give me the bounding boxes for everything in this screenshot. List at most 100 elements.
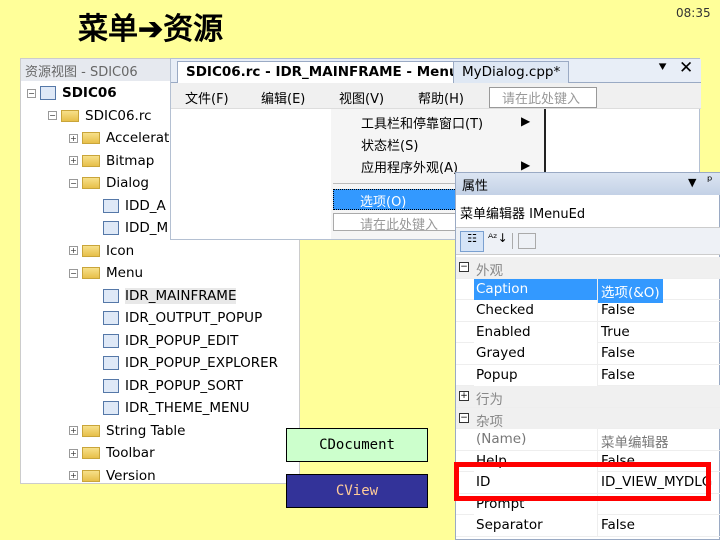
title-part: 菜单 [78,12,138,47]
expand-icon[interactable]: + [69,426,78,435]
tree-item-label: IDD_M [125,220,169,236]
tree-item[interactable]: IDR_OUTPUT_POPUP [90,308,262,328]
property-value[interactable]: 选项(&O) [598,278,663,303]
tab-mydialog-cpp[interactable]: MyDialog.cpp* [453,61,570,83]
dropdown-icon[interactable]: ⯆ [657,60,668,76]
tree-item[interactable]: − SDIC06 [27,83,117,103]
property-pages-icon[interactable] [518,233,536,249]
submenu-arrow-icon: ▶ [521,114,531,128]
property-row[interactable]: (Name) 菜单编辑器 [456,429,720,451]
collapse-icon[interactable]: − [459,262,469,272]
pin-icon[interactable]: ᵖ [707,174,713,189]
tree-item[interactable]: − Dialog [69,173,149,193]
clock: 08:35 [676,6,711,20]
tab-menu-editor[interactable]: SDIC06.rc - IDR_MAINFRAME - Menu* [177,61,475,83]
property-name: Enabled [474,321,598,343]
tree-item[interactable]: IDD_A [90,196,166,216]
property-row[interactable]: Enabled True [456,321,720,343]
tree-item-label: Menu [106,265,144,281]
property-category[interactable]: + 行为 [456,386,720,408]
tree-item-label: IDR_THEME_MENU [125,400,250,416]
folder-icon [82,424,100,437]
tree-item[interactable]: IDR_POPUP_EDIT [90,331,238,351]
tree-item[interactable]: + Icon [69,241,134,261]
property-name: Popup [474,364,598,386]
tree-item-label: IDR_POPUP_SORT [125,377,244,394]
collapse-icon[interactable]: − [48,111,57,120]
tree-item[interactable]: IDD_M [90,218,168,238]
property-name: Caption [474,278,598,300]
property-row[interactable]: Checked False [456,300,720,322]
expand-icon[interactable]: + [69,246,78,255]
tree-item-label: SDIC06.rc [85,107,152,124]
property-value[interactable]: False [598,343,638,363]
menu-icon [103,288,119,303]
dropdown-icon[interactable]: ▼ [688,176,696,189]
menu-icon [103,333,119,348]
collapse-icon[interactable]: − [459,412,469,423]
property-value[interactable]: True [598,322,633,342]
expand-icon[interactable]: + [69,133,78,143]
highlight-box [454,462,711,501]
property-row[interactable]: Popup False [456,364,720,386]
collapse-icon[interactable]: − [69,268,78,278]
tree-item-label: Icon [106,242,135,259]
property-name: Checked [474,300,598,321]
menu-item-toolbars[interactable]: 工具栏和停靠窗口(T) [361,113,483,132]
menu-edit[interactable]: 编辑(E) [261,88,305,107]
tree-item[interactable]: + Toolbar [69,443,155,463]
tree-item[interactable]: IDR_MAINFRAME [90,286,237,306]
properties-panel: 属性 ▼ ᵖ 菜单编辑器 IMenuEd ☷ ᴬᶻ↓ − 外观 Caption 选项(&O… [454,172,720,540]
expand-icon[interactable]: + [69,471,78,480]
property-value[interactable]: False [598,365,638,385]
properties-header: 属性 ▼ ᵖ [456,173,720,195]
property-value[interactable]: False [598,300,638,320]
folder-icon [82,469,100,482]
tree-item[interactable]: − SDIC06.rc [48,106,152,126]
menu-file[interactable]: 文件(F) [185,88,229,107]
dialog-icon [103,198,119,213]
collapse-icon[interactable]: − [69,178,78,188]
categorized-icon[interactable]: ☷ [460,231,484,252]
tree-item[interactable]: IDR_THEME_MENU [90,398,250,418]
project-icon [40,86,56,100]
cdocument-box: CDocument [286,428,428,462]
menu-help[interactable]: 帮助(H) [418,88,464,107]
tree-item[interactable]: + Bitmap [69,151,154,171]
folder-icon [82,177,100,189]
tree-item[interactable]: IDR_POPUP_SORT [90,376,243,396]
tree-item[interactable]: + Accelerat [69,128,169,148]
menu-item-appearance[interactable]: 应用程序外观(A) [361,157,458,176]
tree-item[interactable]: + String Table [69,421,186,441]
tree-item-label: Accelerat [106,130,170,146]
tree-item-label: IDR_POPUP_EDIT [125,332,239,349]
property-category[interactable]: − 外观 [456,257,720,279]
expand-icon[interactable]: + [69,156,78,165]
property-value[interactable]: False [598,515,638,535]
tree-item[interactable]: − Menu [69,263,143,283]
property-row[interactable]: Caption 选项(&O) [456,278,720,303]
property-category[interactable]: − 杂项 [456,407,720,430]
expand-icon[interactable]: + [459,391,469,401]
menu-bar: 文件(F) 编辑(E) 视图(V) 帮助(H) 请在此处键入 [171,83,701,109]
menu-icon [103,311,119,325]
collapse-icon[interactable]: − [27,88,36,98]
close-icon[interactable]: ✕ [679,58,693,78]
expand-icon[interactable]: + [69,448,78,458]
menu-item-statusbar[interactable]: 状态栏(S) [361,135,418,154]
tree-item[interactable]: + Version [69,466,156,486]
property-row[interactable]: Grayed False [456,343,720,365]
category-label: 杂项 [474,407,598,430]
type-here-input[interactable]: 请在此处键入 [489,87,597,108]
object-selector[interactable]: 菜单编辑器 IMenuEd [460,203,585,222]
tree-item-label: IDR_MAINFRAME [125,287,237,304]
tree-item-label: Toolbar [106,445,155,461]
tree-item[interactable]: IDR_POPUP_EXPLORER [90,353,278,373]
property-value[interactable]: 菜单编辑器 [598,429,672,453]
sort-alpha-icon[interactable]: ᴬᶻ↓ [488,231,508,245]
resource-view-header: 资源视图 - SDIC06 [21,59,171,81]
property-row[interactable]: Separator False [456,515,720,537]
folder-icon [82,267,100,279]
arrow-icon: ➔ [138,12,164,47]
menu-view[interactable]: 视图(V) [339,88,384,107]
